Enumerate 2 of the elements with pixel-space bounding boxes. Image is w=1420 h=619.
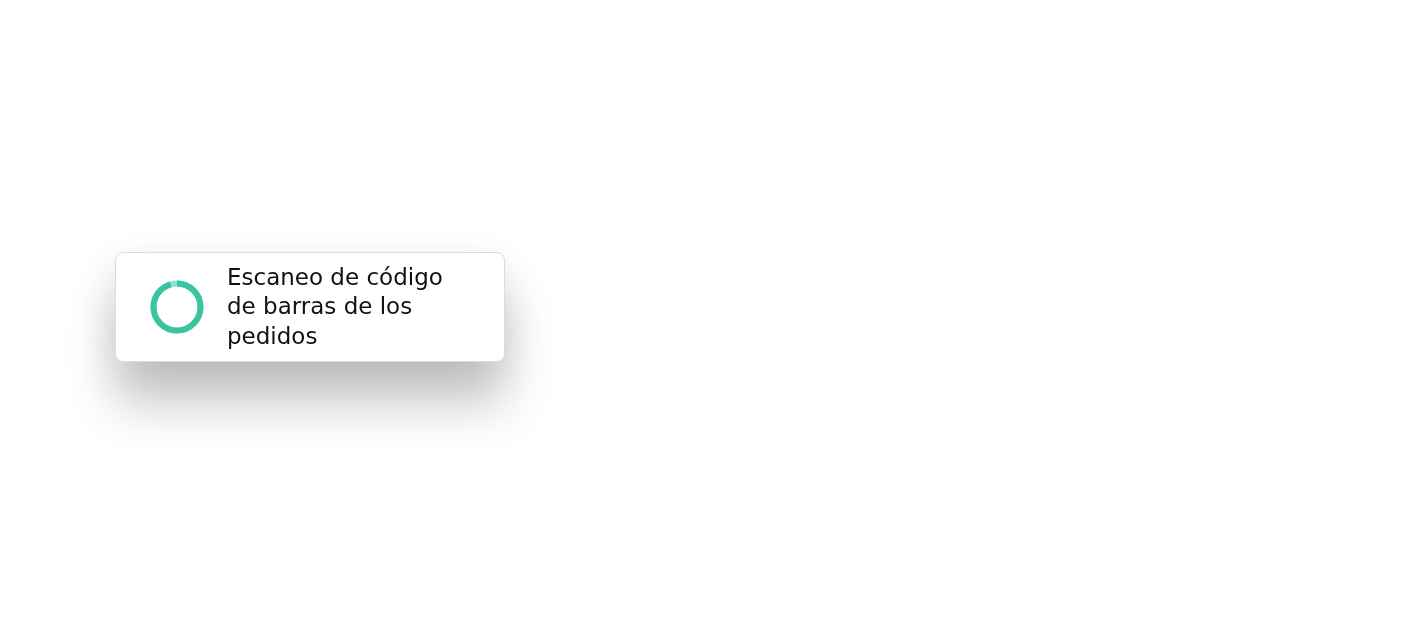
task-title: Escaneo de código de barras de los pedidos [227,262,444,351]
spinner-icon [150,280,204,334]
